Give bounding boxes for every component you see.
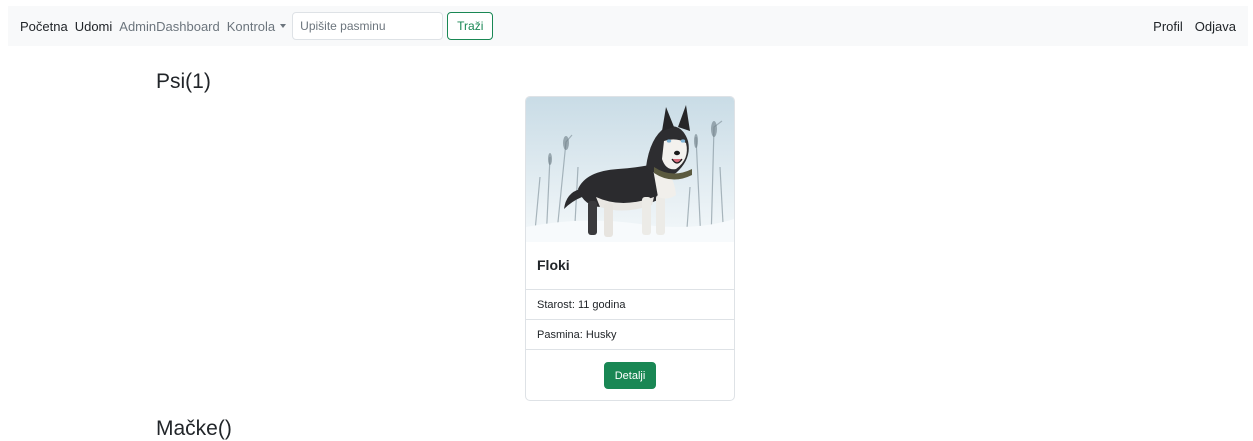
nav-link-control[interactable]: Kontrola bbox=[227, 19, 275, 34]
husky-photo bbox=[526, 97, 734, 242]
pet-name: Floki bbox=[537, 257, 570, 273]
pet-age: Starost: 11 godina bbox=[526, 289, 734, 319]
details-button[interactable]: Detalji bbox=[603, 362, 657, 389]
nav-link-admin-dashboard[interactable]: AdminDashboard bbox=[119, 19, 219, 34]
nav-link-adopt[interactable]: Udomi bbox=[75, 19, 113, 34]
pet-card: Floki Starost: 11 godina Pasmina: Husky … bbox=[525, 96, 735, 401]
pet-breed: Pasmina: Husky bbox=[526, 319, 734, 349]
nav-link-profile[interactable]: Profil bbox=[1153, 19, 1183, 34]
cats-section-title: Mačke() bbox=[156, 417, 232, 440]
breed-search-input[interactable] bbox=[292, 12, 444, 40]
top-navbar: Početna Udomi AdminDashboard Kontrola Tr… bbox=[8, 6, 1248, 46]
nav-link-home[interactable]: Početna bbox=[20, 19, 68, 34]
dogs-section-title: Psi(1) bbox=[156, 70, 211, 93]
control-dropdown[interactable]: Kontrola bbox=[227, 19, 287, 34]
navbar-left-group: Početna Udomi AdminDashboard Kontrola Tr… bbox=[20, 12, 494, 40]
navbar-right-group: Profil Odjava bbox=[1141, 19, 1236, 34]
nav-link-logout[interactable]: Odjava bbox=[1195, 19, 1236, 34]
search-button[interactable]: Traži bbox=[447, 12, 494, 40]
card-footer: Detalji bbox=[526, 349, 734, 400]
caret-down-icon[interactable] bbox=[280, 24, 287, 28]
